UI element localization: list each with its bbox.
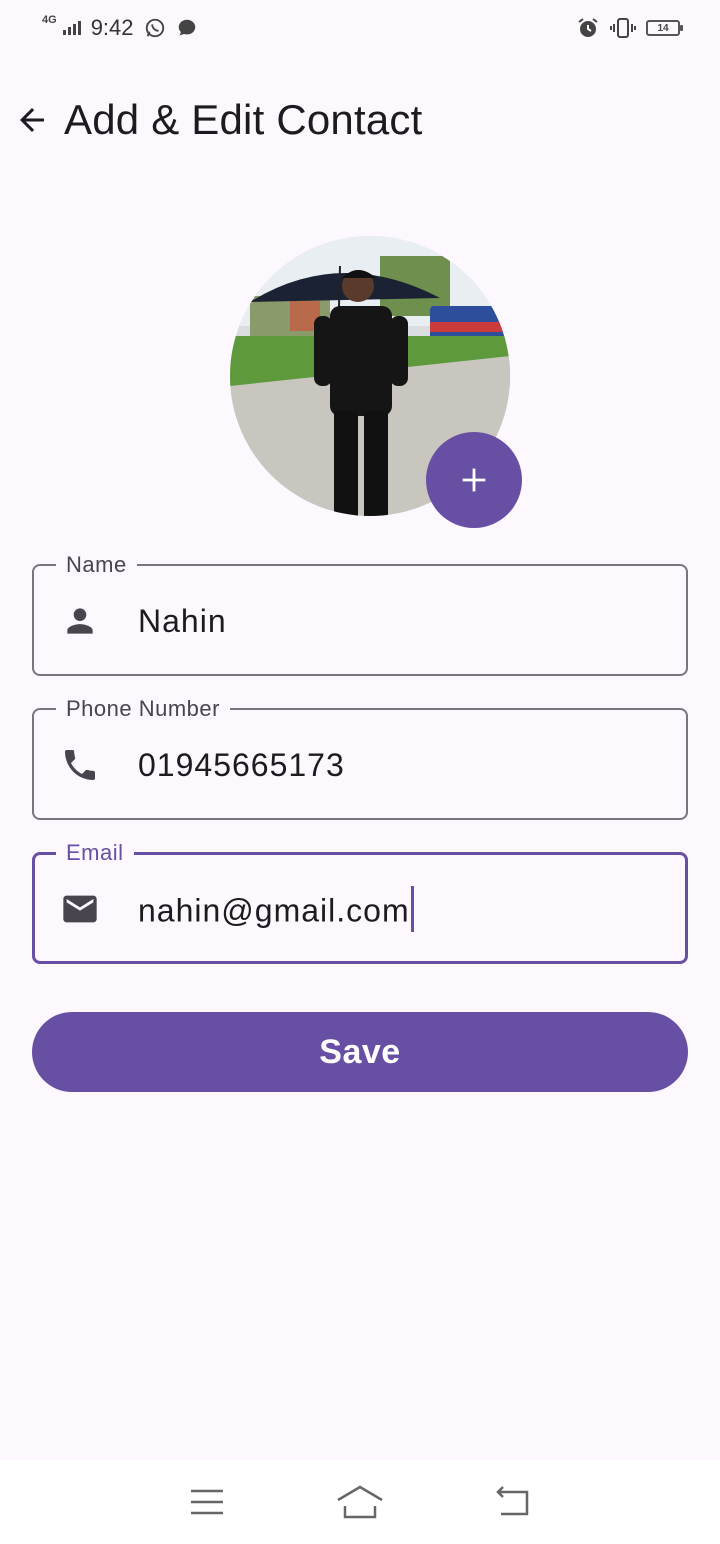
text-caret — [410, 886, 414, 932]
home-icon — [337, 1485, 383, 1519]
message-icon — [176, 17, 198, 39]
name-input[interactable]: Nahin — [138, 602, 227, 640]
alarm-icon — [576, 16, 600, 40]
phone-field-label: Phone Number — [56, 696, 230, 722]
email-field-label: Email — [56, 840, 134, 866]
status-left: 4G 9:42 — [42, 14, 198, 41]
status-time: 9:42 — [90, 15, 134, 40]
menu-icon — [190, 1489, 223, 1515]
plus-icon — [462, 468, 486, 492]
add-edit-contact-screen: 4G 9:42 14 Add & Edit Contact Name Nahin… — [0, 0, 720, 1544]
avatar-container — [230, 236, 522, 528]
top-app-bar: Add & Edit Contact — [0, 84, 720, 156]
home-nav-button[interactable] — [330, 1472, 390, 1532]
name-field-label: Name — [56, 552, 137, 578]
return-icon — [496, 1486, 529, 1516]
network-type: 4G — [42, 14, 57, 26]
email-field[interactable]: Email nahin@gmail.com — [32, 840, 688, 964]
signal-icon — [62, 21, 81, 35]
add-photo-button[interactable] — [426, 432, 522, 528]
mail-icon — [60, 889, 100, 929]
page-title: Add & Edit Contact — [64, 96, 423, 143]
vibrate-icon — [610, 16, 636, 40]
menu-nav-button[interactable] — [177, 1472, 237, 1532]
person-icon — [60, 601, 100, 641]
status-right: 14 — [576, 16, 683, 40]
system-nav-bar — [0, 1460, 720, 1544]
phone-field[interactable]: Phone Number 01945665173 — [32, 696, 688, 820]
arrow-back-icon — [20, 108, 44, 132]
back-button[interactable] — [0, 84, 64, 156]
phone-icon — [60, 745, 100, 785]
name-field[interactable]: Name Nahin — [32, 552, 688, 676]
save-button[interactable]: Save — [32, 1012, 688, 1092]
back-nav-button[interactable] — [483, 1472, 543, 1532]
status-bar: 4G 9:42 14 — [0, 0, 720, 56]
phone-input[interactable]: 01945665173 — [138, 746, 345, 784]
whatsapp-icon — [144, 17, 166, 39]
email-input[interactable]: nahin@gmail.com — [138, 886, 414, 936]
email-input-text: nahin@gmail.com — [138, 892, 410, 929]
battery-icon: 14 — [646, 20, 683, 36]
